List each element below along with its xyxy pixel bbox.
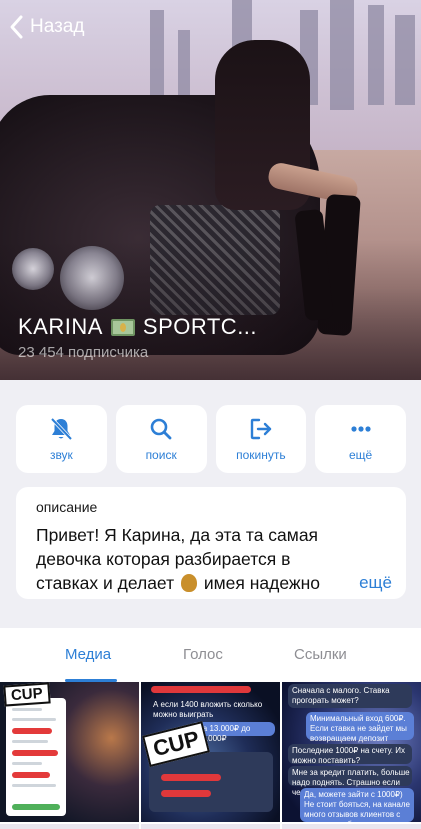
search-icon xyxy=(150,418,172,440)
description-more-link[interactable]: ещё xyxy=(329,571,392,595)
media-tabs: Медиа Голос Ссылки xyxy=(0,628,421,682)
money-emoji-icon xyxy=(110,318,135,336)
tab-media[interactable]: Медиа xyxy=(65,646,111,663)
subscriber-count: 23 454 подписчика xyxy=(18,344,149,361)
description-text: Привет! Я Карина, да эта та самая девочк… xyxy=(36,525,392,595)
description-caption: описание xyxy=(36,499,98,515)
cup-badge: CUP xyxy=(3,682,51,707)
action-buttons: звук поиск покинуть ещё xyxy=(16,405,406,473)
mute-button[interactable]: звук xyxy=(16,405,107,473)
tab-links[interactable]: Ссылки xyxy=(294,646,347,663)
channel-profile-screen: Назад KARINA SPORTC... 23 454 подписчика… xyxy=(0,0,421,829)
bell-slash-icon xyxy=(51,417,73,441)
media-grid: CUP А если 1400 вложить сколько можно вы… xyxy=(0,682,421,829)
back-button[interactable]: Назад xyxy=(6,12,84,42)
chevron-left-icon xyxy=(10,15,23,39)
media-thumbnail[interactable]: А если 1400 вложить сколько можно выигра… xyxy=(141,682,280,822)
leave-button[interactable]: покинуть xyxy=(215,405,307,473)
more-button[interactable]: ещё xyxy=(315,405,406,473)
leave-icon xyxy=(250,418,272,440)
media-thumbnail[interactable]: CUP xyxy=(0,682,139,822)
channel-title: KARINA SPORTC... xyxy=(18,314,258,339)
back-label: Назад xyxy=(30,16,85,37)
more-icon xyxy=(351,426,371,432)
search-button[interactable]: поиск xyxy=(115,405,207,473)
money-bag-emoji-icon xyxy=(180,574,197,592)
media-thumbnail[interactable]: Сначала с малого. Ставка прогорать может… xyxy=(282,682,421,822)
channel-cover-photo: Назад KARINA SPORTC... 23 454 подписчика xyxy=(0,0,421,380)
tab-voice[interactable]: Голос xyxy=(183,646,223,663)
description-card: описание Привет! Я Карина, да эта та сам… xyxy=(16,487,406,599)
